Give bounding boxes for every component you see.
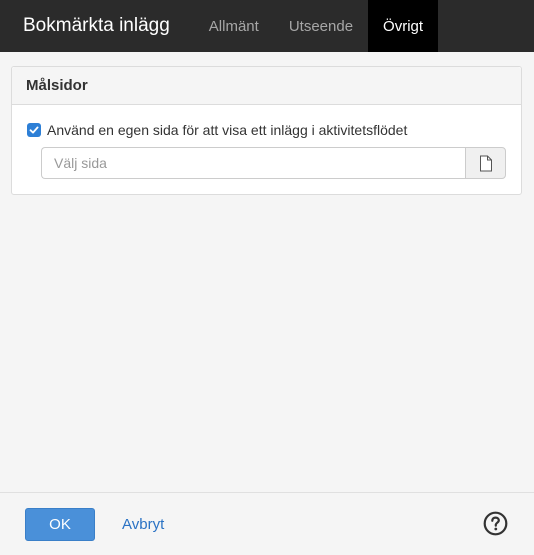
custom-page-checkbox-label[interactable]: Använd en egen sida för att visa ett inl… — [47, 122, 407, 138]
ok-button[interactable]: OK — [25, 508, 95, 541]
dialog-title: Bokmärkta inlägg — [23, 15, 170, 36]
custom-page-option: Använd en egen sida för att visa ett inl… — [27, 122, 407, 138]
dialog-footer: OK Avbryt — [0, 492, 534, 555]
document-icon — [479, 155, 492, 171]
page-picker-button[interactable] — [465, 147, 506, 179]
page-selector — [41, 147, 506, 179]
tab-ovrigt[interactable]: Övrigt — [368, 0, 439, 52]
target-pages-panel: Målsidor Använd en egen sida för att vis… — [11, 66, 522, 195]
panel-header: Målsidor — [12, 67, 521, 105]
dialog-content: Målsidor Använd en egen sida för att vis… — [0, 52, 534, 492]
panel-title: Målsidor — [26, 77, 88, 94]
help-icon[interactable] — [483, 511, 508, 536]
checkmark-icon — [29, 126, 39, 134]
custom-page-checkbox[interactable] — [27, 123, 41, 137]
tab-utseende[interactable]: Utseende — [274, 0, 368, 52]
tab-allmant[interactable]: Allmänt — [194, 0, 274, 52]
page-input[interactable] — [41, 147, 465, 179]
dialog-header: Bokmärkta inlägg Allmänt Utseende Övrigt — [0, 0, 534, 52]
cancel-button[interactable]: Avbryt — [122, 516, 164, 533]
